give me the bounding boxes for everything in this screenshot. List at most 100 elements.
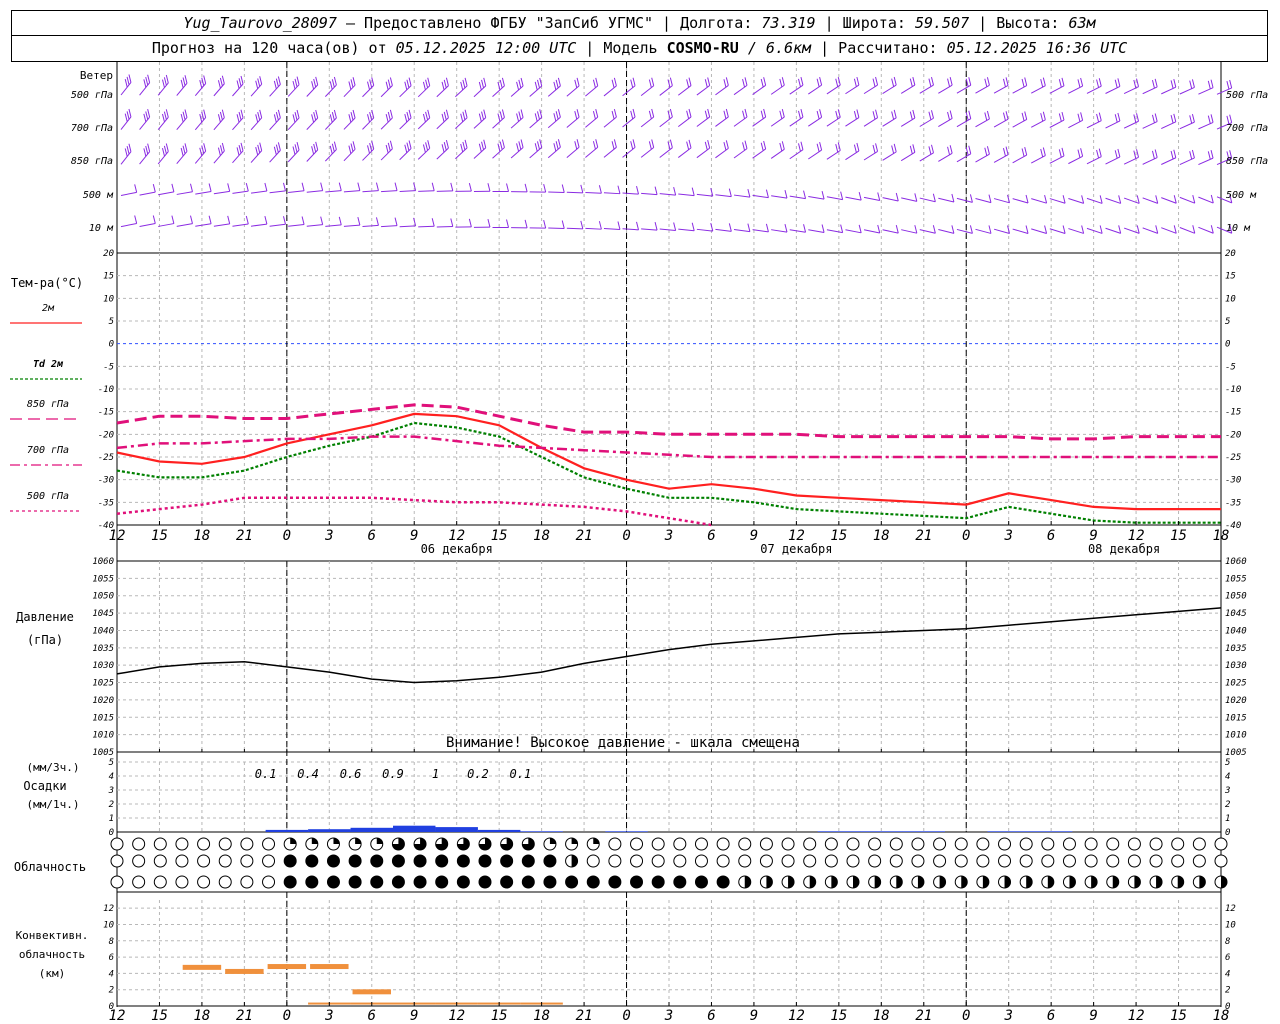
cloud-symbol (500, 854, 514, 868)
wind-barb-feather (891, 78, 895, 87)
temp-tick-left: -25 (98, 453, 114, 463)
wind-barb (492, 85, 505, 98)
pressure-unit: (гПа) (27, 633, 63, 647)
wind-level-label-right: 700 гПа (1226, 123, 1268, 134)
cloud-symbol-fill (1091, 876, 1098, 888)
wind-barb-feather (497, 143, 501, 152)
cloud-symbol-fill (1177, 876, 1184, 888)
wind-barb-feather (227, 183, 231, 192)
wind-barb-feather (255, 114, 259, 123)
wind-barb (863, 150, 878, 161)
cloud-symbol (348, 854, 362, 868)
wind-barb-feather (203, 75, 207, 84)
wind-barb (919, 152, 934, 162)
wind-barb-feather (352, 77, 356, 86)
temp-tick-right: -20 (1225, 430, 1241, 440)
cloud-symbol (694, 854, 708, 868)
wind-barb-feather (1042, 147, 1046, 156)
wind-barb-feather (464, 77, 468, 86)
wind-barb-feather (329, 145, 333, 155)
wind-barb-feather (835, 144, 839, 153)
wind-barb (158, 191, 174, 196)
wind-barb-feather (784, 190, 788, 199)
wind-barb-feather (707, 77, 711, 86)
cloud-symbol (370, 875, 384, 889)
wind-barb (677, 116, 692, 128)
temp-legend-label: 500 гПа (27, 491, 69, 502)
wind-barb-feather (259, 109, 263, 118)
wind-barb-feather (1136, 225, 1140, 234)
wind-barb (640, 116, 655, 128)
wind-barb-feather (162, 148, 165, 157)
wind-barb (993, 198, 1010, 204)
wind-barb (845, 84, 860, 95)
wind-barb-feather (1136, 113, 1140, 122)
wind-barb-feather (877, 224, 881, 234)
cloud-symbol (1214, 837, 1228, 851)
wind-barb (325, 224, 342, 227)
wind-barb-feather (311, 114, 315, 123)
precip-bar (860, 831, 903, 832)
wind-barb-feather (385, 114, 389, 123)
hour-label-mid: 18 (1213, 528, 1230, 544)
wind-barb (715, 147, 729, 159)
cloud-symbol (197, 854, 211, 868)
wind-barb-feather (969, 225, 973, 234)
wind-barb-feather (450, 218, 454, 227)
wind-barb-feather (986, 77, 990, 86)
hour-label-mid: 0 (962, 528, 970, 544)
hour-label-bottom: 6 (707, 1008, 715, 1024)
wind-barb-feather (688, 139, 692, 148)
hour-label-bottom: 12 (448, 1008, 465, 1024)
wind-barb-feather (352, 141, 356, 150)
wind-barb (417, 85, 431, 98)
wind-barb-feather (1096, 79, 1100, 88)
wind-barb (622, 192, 639, 195)
wind-barb-feather (255, 80, 259, 89)
cloud-symbol-fill (1047, 876, 1054, 888)
wind-barb (956, 84, 972, 94)
cloud-symbol-fill (788, 876, 795, 888)
wind-barb-feather (240, 109, 244, 118)
pressure-tick-left: 1005 (92, 748, 114, 758)
wind-barb-feather (914, 225, 918, 234)
wind-barb (473, 117, 487, 129)
wind-barb (1086, 120, 1102, 129)
wind-barb-feather (143, 113, 147, 122)
wind-barb (176, 223, 193, 227)
wind-barb (585, 191, 602, 194)
wind-barb-feather (431, 218, 435, 227)
wind-barb (585, 85, 599, 97)
wind-barb (585, 146, 599, 158)
wind-barb (993, 154, 1009, 163)
wind-barb-feather (747, 189, 751, 198)
wind-barb-feather (728, 223, 732, 232)
wind-barb-feather (182, 145, 186, 154)
wind-barb-feather (350, 112, 354, 121)
wind-barb-feather (648, 79, 652, 88)
wind-barb (399, 148, 412, 161)
wind-barb-feather (329, 81, 333, 90)
wind-barb-feather (1098, 112, 1102, 121)
wind-barb (380, 148, 393, 161)
wind-barb-feather (636, 221, 640, 230)
wind-barb-feather (182, 111, 186, 120)
wind-barb-feather (611, 141, 615, 150)
cloud-symbol (218, 875, 232, 889)
wind-barb-feather (524, 183, 528, 192)
wind-barb-feather (238, 144, 242, 154)
cloud-symbol (132, 837, 146, 851)
wind-barb (158, 223, 174, 227)
wind-barb (1123, 197, 1140, 204)
temp-tick-right: -10 (1225, 385, 1241, 395)
wind-barb-feather (1154, 113, 1158, 122)
wind-barb (1105, 197, 1121, 204)
cloud-symbol (1192, 837, 1206, 851)
wind-barb-feather (800, 77, 804, 86)
wind-barb-feather (744, 77, 748, 86)
hour-label-bottom: 15 (830, 1008, 847, 1024)
wind-barb (343, 84, 356, 98)
wind-barb (547, 116, 561, 129)
temp-tick-right: 15 (1225, 272, 1236, 282)
wind-barb-feather (1170, 150, 1174, 160)
